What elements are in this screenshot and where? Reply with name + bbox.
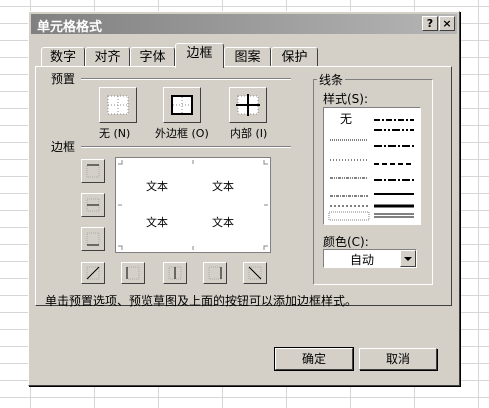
- color-label: 颜色(C):: [323, 235, 369, 249]
- preset-none-button[interactable]: [99, 87, 137, 123]
- line-style-options[interactable]: [324, 108, 420, 224]
- style-label: 样式(S):: [323, 92, 369, 106]
- tab-protection[interactable]: 保护: [271, 47, 318, 67]
- preset-inside-label: 内部 (I): [230, 127, 268, 140]
- border-middle-vertical-button[interactable]: [163, 262, 187, 284]
- preset-inside-button[interactable]: [229, 87, 267, 123]
- ok-button[interactable]: 确定: [274, 347, 354, 371]
- border-preview[interactable]: 文本 文本 文本 文本: [115, 157, 271, 253]
- line-group-label: 线条: [317, 71, 346, 88]
- help-text: 单击预置选项、预览草图及上面的按钮可以添加边框样式。: [45, 294, 358, 308]
- border-middle-horizontal-button[interactable]: [81, 193, 105, 217]
- tab-font[interactable]: 字体: [130, 47, 175, 67]
- cancel-button[interactable]: 取消: [359, 348, 437, 370]
- help-button[interactable]: ?: [422, 16, 438, 31]
- title-bar[interactable]: 单元格格式 ? ×: [31, 14, 457, 35]
- line-color-dropdown-button[interactable]: [400, 250, 416, 267]
- line-color-select[interactable]: 自动: [323, 249, 417, 268]
- preset-outline-button[interactable]: [163, 87, 201, 123]
- border-left-button[interactable]: [121, 262, 145, 284]
- presets-label: 预置: [49, 70, 78, 87]
- border-diagonal-down-button[interactable]: [243, 262, 267, 284]
- presets-separator: [81, 78, 291, 80]
- line-style-list[interactable]: 无: [323, 107, 421, 225]
- format-cells-dialog: 单元格格式 ? × 数字 对齐 字体 边框 图案 保护 预置 无 (N) 外边框…: [28, 11, 460, 386]
- tab-number[interactable]: 数字: [41, 47, 85, 67]
- border-bottom-button[interactable]: [81, 227, 105, 251]
- preview-corner-marks: [118, 160, 268, 250]
- preset-none-label: 无 (N): [99, 127, 131, 140]
- border-top-button[interactable]: [81, 159, 105, 183]
- border-separator: [81, 146, 291, 148]
- line-color-value: 自动: [350, 253, 375, 267]
- tab-border[interactable]: 边框: [175, 43, 224, 68]
- tab-patterns[interactable]: 图案: [224, 47, 271, 67]
- preset-outline-label: 外边框 (O): [155, 127, 209, 140]
- close-button[interactable]: ×: [439, 16, 455, 31]
- border-label: 边框: [49, 138, 78, 155]
- border-right-button[interactable]: [203, 262, 227, 284]
- dialog-title: 单元格格式: [37, 20, 103, 35]
- tab-alignment[interactable]: 对齐: [85, 47, 130, 67]
- border-diagonal-up-button[interactable]: [81, 262, 105, 284]
